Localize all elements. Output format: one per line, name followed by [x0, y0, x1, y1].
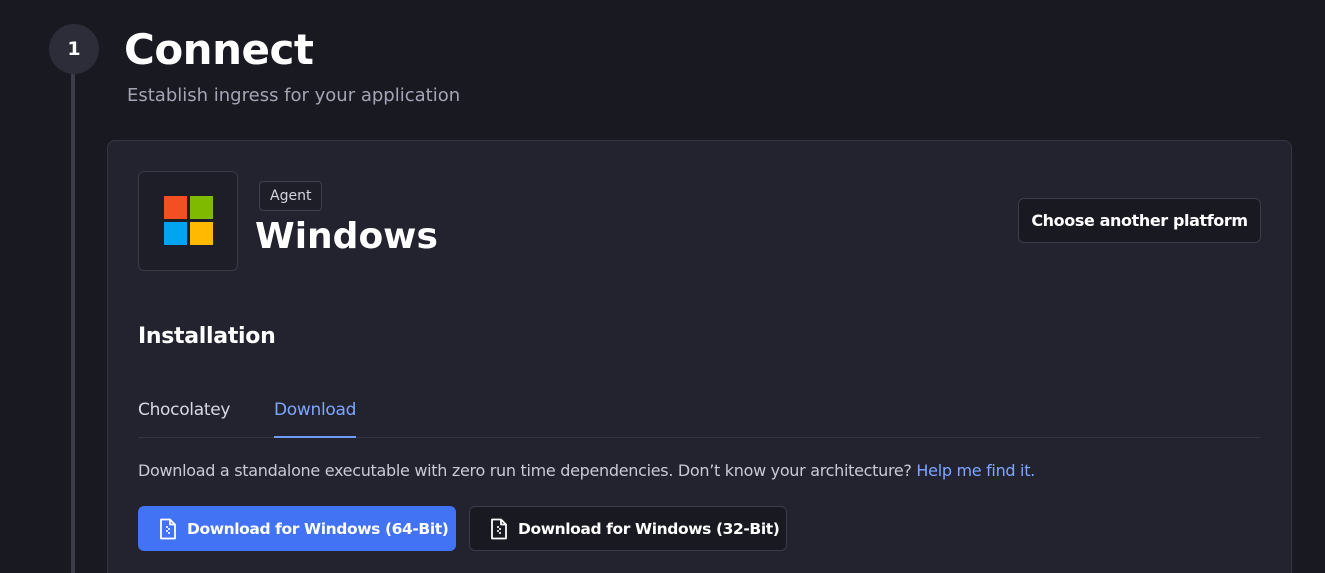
step-connector-line — [71, 60, 75, 573]
installation-tabs: Chocolatey Download — [138, 395, 1260, 438]
file-zip-icon — [160, 518, 176, 539]
tab-chocolatey[interactable]: Chocolatey — [138, 395, 230, 438]
step-number-badge: 1 — [49, 24, 99, 74]
tab-download[interactable]: Download — [274, 395, 356, 438]
download-32bit-button[interactable]: Download for Windows (32-Bit) — [469, 506, 787, 551]
platform-name: Windows — [255, 216, 438, 257]
platform-card: Agent Windows Choose another platform In… — [107, 140, 1292, 573]
platform-logo-box — [138, 171, 238, 271]
page-title: Connect — [124, 25, 314, 74]
installation-title: Installation — [138, 324, 276, 349]
page-subtitle: Establish ingress for your application — [127, 85, 461, 106]
windows-logo-icon — [164, 196, 214, 246]
download-32bit-label: Download for Windows (32-Bit) — [518, 519, 780, 538]
choose-another-platform-button[interactable]: Choose another platform — [1018, 198, 1261, 243]
download-64bit-label: Download for Windows (64-Bit) — [187, 519, 449, 538]
page: 1 Connect Establish ingress for your app… — [0, 0, 1325, 573]
download-64bit-button[interactable]: Download for Windows (64-Bit) — [138, 506, 456, 551]
description-text: Download a standalone executable with ze… — [138, 461, 912, 480]
download-description: Download a standalone executable with ze… — [138, 461, 1035, 480]
file-zip-icon — [491, 518, 507, 539]
agent-badge: Agent — [259, 181, 323, 211]
help-find-architecture-link[interactable]: Help me find it. — [916, 461, 1035, 480]
